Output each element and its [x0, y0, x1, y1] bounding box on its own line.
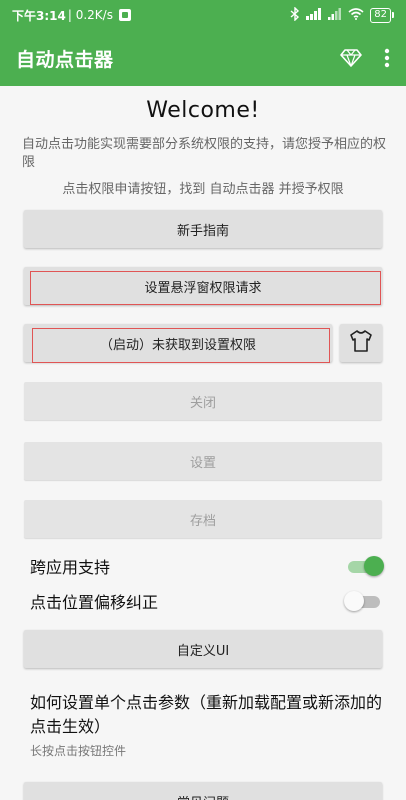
overlay-permission-label: 设置悬浮窗权限请求 [144, 280, 262, 296]
signal-icon [306, 7, 322, 23]
archive-button[interactable]: 存档 [24, 500, 382, 538]
guide-button[interactable]: 新手指南 [24, 210, 382, 248]
guide-button-label: 新手指南 [176, 223, 229, 239]
battery-icon: 82 [370, 7, 394, 23]
archive-button-label: 存档 [189, 513, 216, 529]
start-button[interactable]: （启动）未获取到设置权限 [24, 324, 332, 362]
howto-subtitle: 长按点击按钮控件 [30, 744, 127, 758]
bluetooth-icon [290, 5, 300, 24]
settings-button-label: 设置 [189, 455, 216, 471]
offset-fix-setting: 点击位置偏移纠正 [30, 586, 382, 616]
faq-button-label: 常见问题 [177, 792, 229, 800]
faq-button[interactable]: 常见问题 [24, 782, 382, 800]
welcome-title: Welcome! [146, 98, 260, 123]
permission-hint: 点击权限申请按钮，找到 自动点击器 并授予权限 [62, 182, 344, 197]
app-bar: 自动点击器 [0, 30, 406, 86]
cross-app-label: 跨应用支持 [30, 558, 111, 577]
offset-fix-label: 点击位置偏移纠正 [30, 593, 159, 612]
start-button-label: （启动）未获取到设置权限 [99, 337, 256, 353]
status-bar: 下午3:14 | 0.2K/s 82 [0, 0, 406, 30]
overlay-permission-button[interactable]: 设置悬浮窗权限请求 [24, 267, 382, 305]
net-speed: | 0.2K/s [67, 8, 113, 22]
skin-button[interactable] [340, 324, 382, 362]
cross-app-toggle[interactable] [346, 556, 384, 576]
signal-icon-2 [328, 7, 342, 23]
wifi-icon [348, 7, 364, 23]
app-title: 自动点击器 [16, 48, 114, 71]
settings-button[interactable]: 设置 [24, 442, 382, 480]
close-button[interactable]: 关闭 [24, 382, 382, 420]
battery-level: 82 [370, 7, 391, 23]
main-content: Welcome! 自动点击功能实现需要部分系统权限的支持，请您授予相应的权限 点… [0, 86, 406, 800]
status-time: 下午3:14 [12, 8, 66, 23]
custom-ui-button-label: 自定义UI [176, 643, 230, 659]
custom-ui-button[interactable]: 自定义UI [24, 630, 382, 668]
howto-title: 如何设置单个点击参数（重新加载配置或新添加的点击生效） [30, 693, 383, 736]
intro-text: 自动点击功能实现需要部分系统权限的支持，请您授予相应的权限 [22, 137, 387, 170]
security-icon [118, 9, 131, 21]
tshirt-icon [349, 330, 373, 356]
offset-fix-toggle[interactable] [344, 591, 382, 611]
close-button-label: 关闭 [189, 395, 216, 411]
more-options-icon[interactable] [384, 48, 390, 68]
diamond-icon[interactable] [340, 48, 362, 68]
cross-app-setting: 跨应用支持 [30, 551, 384, 581]
